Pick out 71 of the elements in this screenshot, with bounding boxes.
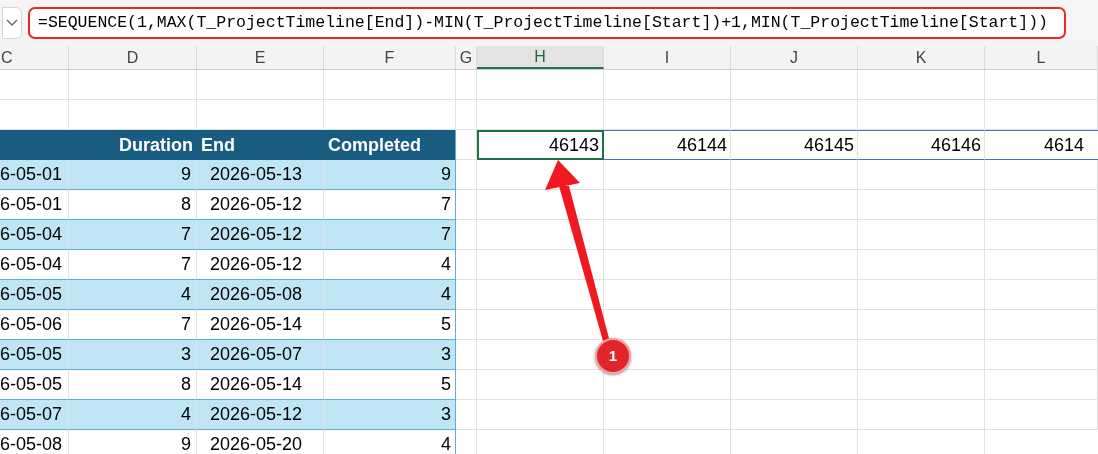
table-cell: 2026-05-13 [197,160,324,190]
table-cell: 6-05-08 [0,430,69,454]
table-cell: 2026-05-14 [197,370,324,400]
column-header[interactable]: H [477,46,604,69]
table-cell: 9 [324,160,456,190]
table-cell: 4 [69,400,197,430]
table-header-cell [0,130,69,160]
table-cell: 6-05-04 [0,250,69,280]
empty-cell [456,130,477,160]
column-header[interactable]: E [197,46,324,69]
table-cell: 3 [324,340,456,370]
table-cell: 4614 [985,130,1098,160]
table-cell: 4 [69,280,197,310]
table-cell: 5 [324,310,456,340]
table-cell: 6-05-04 [0,220,69,250]
table-cell: 5 [324,370,456,400]
empty-cell [456,100,477,130]
table-header-cell: Duration [69,130,197,160]
table-cell: 4 [324,250,456,280]
table-cell: 2026-05-12 [197,190,324,220]
table-cell: 46146 [858,130,985,160]
name-box[interactable] [2,7,22,39]
table-cell: 2026-05-14 [197,310,324,340]
table-cell: 9 [69,160,197,190]
table-cell: 2026-05-07 [197,340,324,370]
table-header-cell: End [197,130,324,160]
column-header[interactable]: L [985,46,1098,69]
empty-cell [456,280,477,310]
table-cell: 6-05-01 [0,190,69,220]
table-cell: 7 [324,190,456,220]
empty-cell [0,70,69,100]
table-cell: 46143 [477,130,604,160]
table-cell: 2026-05-08 [197,280,324,310]
table-cell: 4 [324,280,456,310]
empty-cell [456,370,477,400]
formula-field[interactable]: =SEQUENCE(1,MAX(T_ProjectTimeline[End])-MIN(T_ProjectTimeline[Start])+1,MIN(T_ProjectTimeline[Start])) [28,7,1066,39]
column-header[interactable]: I [604,46,731,69]
table-cell: 6-05-05 [0,340,69,370]
table-cell: 6-05-05 [0,280,69,310]
chevron-down-icon [6,19,18,27]
table-cell: 2026-05-12 [197,220,324,250]
column-header[interactable]: F [324,46,456,69]
empty-cell [456,70,477,100]
table-cell: 8 [69,370,197,400]
table-cell: 2026-05-12 [197,400,324,430]
table-cell: 6-05-01 [0,160,69,190]
table-cell: 7 [69,310,197,340]
table-cell: 3 [324,400,456,430]
table-cell: 6-05-05 [0,370,69,400]
column-header[interactable]: D [69,46,197,69]
table-cell: 7 [324,220,456,250]
table-cell: 7 [69,250,197,280]
table-cell: 6-05-07 [0,400,69,430]
table-cell: 2026-05-12 [197,250,324,280]
column-header[interactable]: K [858,46,985,69]
empty-cell [456,220,477,250]
column-header[interactable]: J [731,46,858,69]
table-cell: 46144 [604,130,731,160]
callout-badge: 1 [595,338,631,374]
table-cell: 3 [69,340,197,370]
table-cell: 6-05-06 [0,310,69,340]
table-cell: 46145 [731,130,858,160]
empty-cell [456,250,477,280]
empty-cell [456,160,477,190]
table-cell: 8 [69,190,197,220]
table-header-cell: Completed [324,130,456,160]
empty-cell [456,190,477,220]
empty-cell [456,310,477,340]
empty-cell [456,400,477,430]
column-header[interactable]: C [0,46,69,69]
table-cell: 7 [69,220,197,250]
